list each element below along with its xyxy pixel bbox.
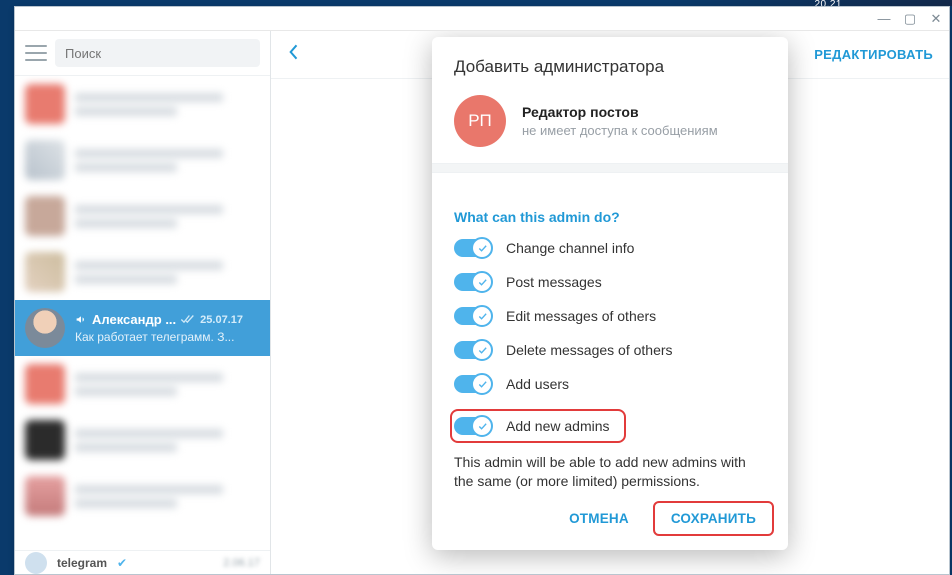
chat-date: 2.06.17: [223, 557, 260, 569]
toggle-add_users[interactable]: [454, 375, 492, 393]
perm-row-change_info: Change channel info: [454, 239, 766, 257]
save-button[interactable]: СОХРАНИТЬ: [653, 501, 774, 536]
admin-user-row: РП Редактор постов не имеет доступа к со…: [454, 95, 766, 147]
toggle-delete_others[interactable]: [454, 341, 492, 359]
read-checks-icon: [180, 314, 196, 325]
channel-icon: [75, 313, 88, 326]
separator: [432, 163, 788, 173]
user-subtitle: не имеет доступа к сообщениям: [522, 123, 718, 138]
window-maximize-button[interactable]: ▢: [903, 12, 917, 26]
desktop-edge: [0, 6, 14, 575]
modal-overlay: Добавить администратора РП Редактор пост…: [271, 31, 949, 574]
avatar: РП: [454, 95, 506, 147]
chat-item[interactable]: [15, 244, 270, 300]
perm-label: Post messages: [506, 274, 602, 290]
app-window: — ▢ ✕: [14, 6, 950, 575]
titlebar: — ▢ ✕: [15, 7, 949, 31]
user-name: Редактор постов: [522, 104, 718, 120]
chat-item[interactable]: [15, 132, 270, 188]
perm-row-add_admins: Add new admins: [450, 409, 626, 443]
dialog-title: Добавить администратора: [454, 57, 766, 77]
chat-item[interactable]: telegram ✔ 2.06.17: [15, 550, 270, 574]
chat-title: Александр ...: [92, 312, 176, 327]
perm-row-edit_others: Edit messages of others: [454, 307, 766, 325]
permissions-heading: What can this admin do?: [454, 209, 766, 225]
perm-row-post: Post messages: [454, 273, 766, 291]
chat-item[interactable]: [15, 188, 270, 244]
toggle-add_admins[interactable]: [454, 417, 492, 435]
window-minimize-button[interactable]: —: [877, 12, 891, 26]
search-input[interactable]: [55, 39, 260, 67]
perm-label: Add users: [506, 376, 569, 392]
chat-date: 25.07.17: [200, 314, 243, 326]
toggle-edit_others[interactable]: [454, 307, 492, 325]
chat-title: telegram: [57, 556, 107, 570]
perm-label: Edit messages of others: [506, 308, 656, 324]
avatar: [25, 308, 65, 348]
main-panel: РЕДАКТИРОВАТЬ Добавить администратора РП…: [271, 31, 949, 574]
permissions-note: This admin will be able to add new admin…: [454, 453, 766, 491]
toggle-change_info[interactable]: [454, 239, 492, 257]
toggle-post[interactable]: [454, 273, 492, 291]
cancel-button[interactable]: ОТМЕНА: [553, 501, 645, 536]
chat-item-active[interactable]: Александр ... 25.07.17 Как работает теле…: [15, 300, 270, 356]
perm-label: Add new admins: [506, 418, 610, 434]
verified-icon: ✔: [117, 556, 127, 570]
perm-label: Delete messages of others: [506, 342, 673, 358]
menu-button[interactable]: [25, 45, 47, 61]
add-admin-dialog: Добавить администратора РП Редактор пост…: [432, 37, 788, 550]
chat-item[interactable]: [15, 76, 270, 132]
chat-list[interactable]: Александр ... 25.07.17 Как работает теле…: [15, 76, 270, 574]
chat-item[interactable]: [15, 468, 270, 524]
perm-label: Change channel info: [506, 240, 634, 256]
perm-row-add_users: Add users: [454, 375, 766, 393]
avatar: [25, 552, 47, 574]
perm-row-delete_others: Delete messages of others: [454, 341, 766, 359]
chat-item[interactable]: [15, 412, 270, 468]
sidebar: Александр ... 25.07.17 Как работает теле…: [15, 31, 271, 574]
chat-item[interactable]: [15, 356, 270, 412]
chat-preview: Как работает телеграмм. З...: [75, 330, 260, 344]
window-close-button[interactable]: ✕: [929, 12, 943, 26]
